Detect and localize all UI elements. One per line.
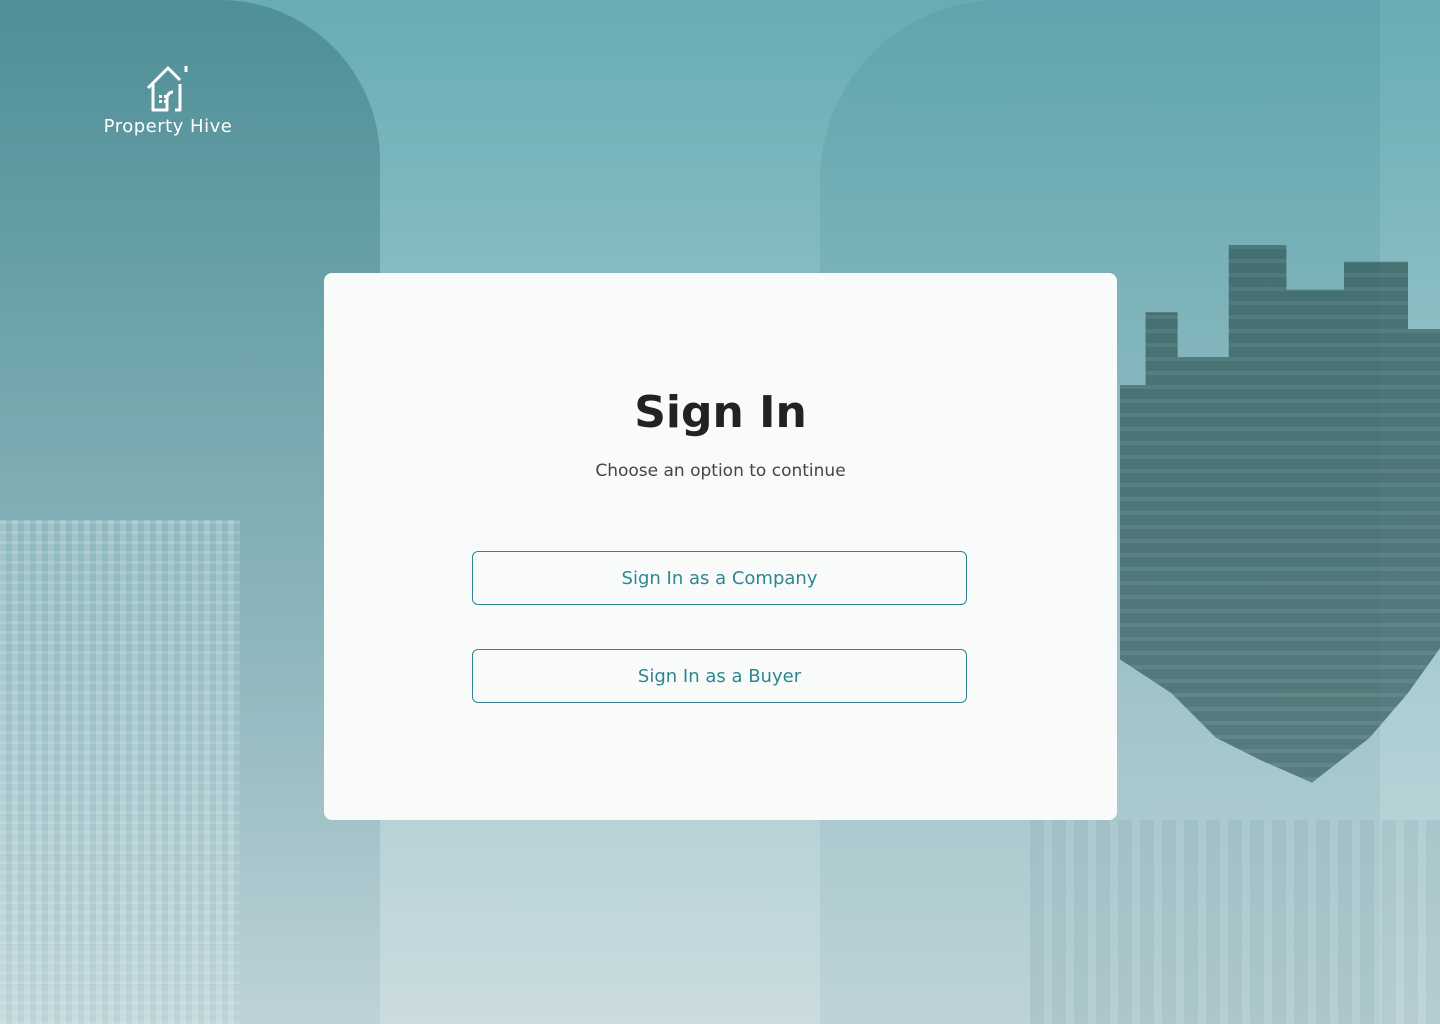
- brand-logo[interactable]: Property Hive: [98, 62, 238, 138]
- background-building-left: [0, 520, 240, 1024]
- page-title: Sign In: [634, 387, 807, 438]
- signin-buyer-button[interactable]: Sign In as a Buyer: [472, 649, 967, 703]
- brand-name: Property Hive: [103, 116, 233, 137]
- signin-company-button[interactable]: Sign In as a Company: [472, 551, 967, 605]
- house-icon: [146, 66, 188, 112]
- signin-card: Sign In Choose an option to continue Sig…: [324, 273, 1117, 820]
- page-subtitle: Choose an option to continue: [595, 461, 846, 481]
- background-city-lower: [1030, 820, 1440, 1024]
